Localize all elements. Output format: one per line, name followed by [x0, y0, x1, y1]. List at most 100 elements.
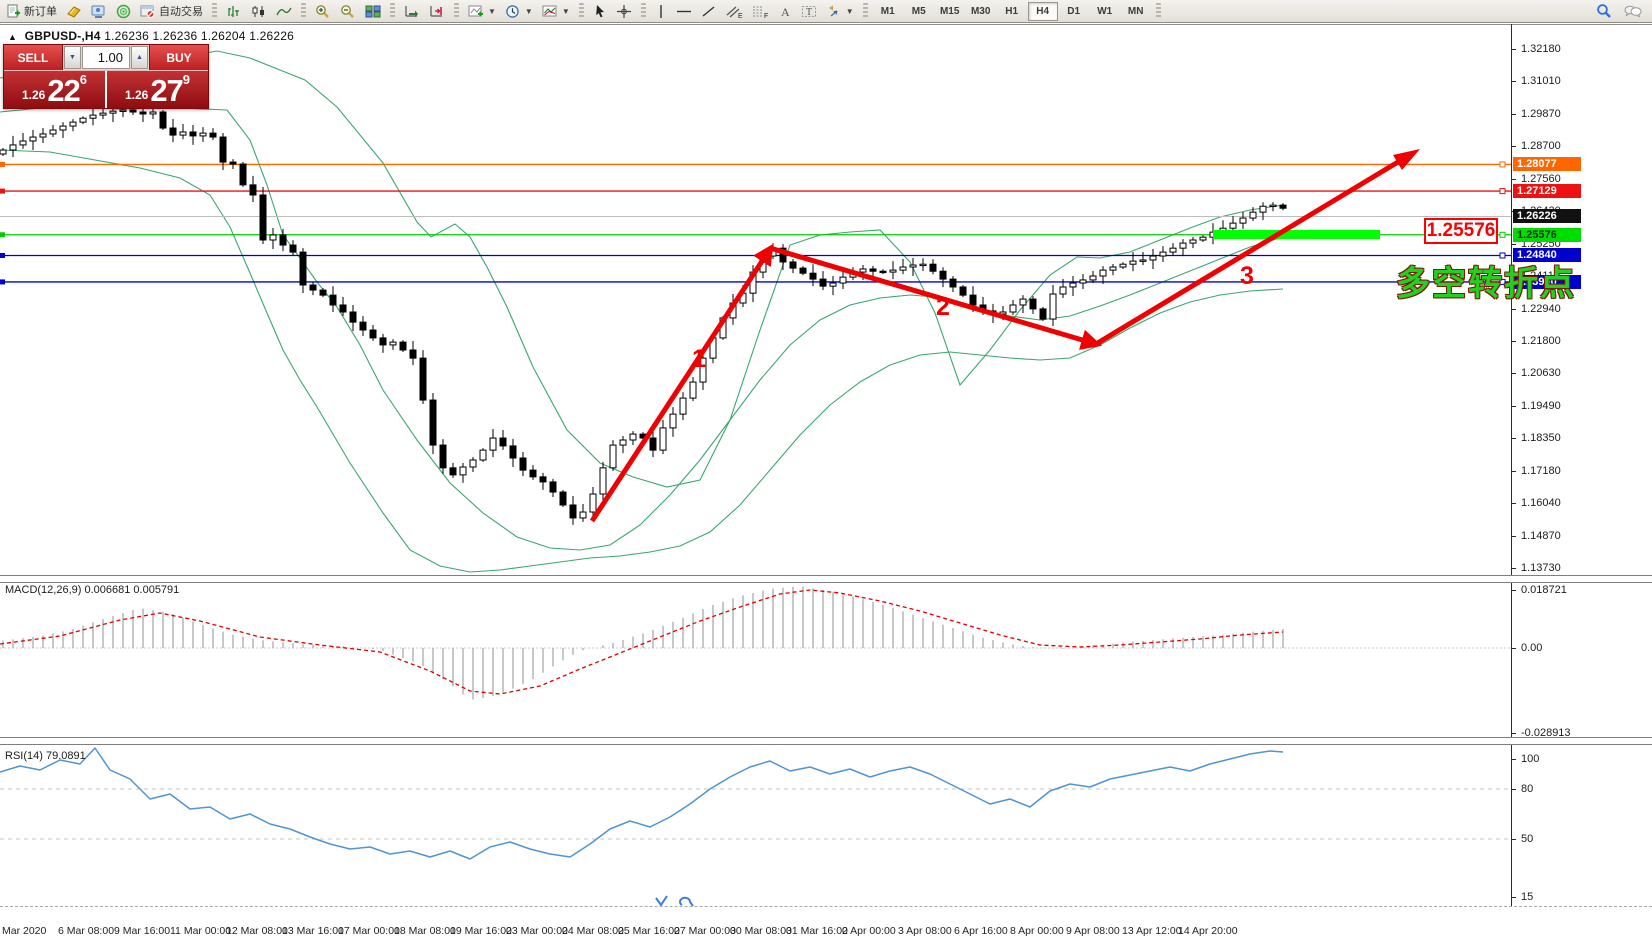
rsi-tick-label: 15 — [1521, 891, 1533, 903]
periods-button[interactable]: ▼ — [501, 1, 537, 22]
price-tick-mark — [1511, 536, 1516, 537]
trendline-icon — [701, 4, 717, 19]
remote-monitor-icon — [91, 4, 107, 19]
crosshair-button[interactable] — [612, 1, 636, 22]
toolbar-group-right — [1592, 1, 1650, 22]
auto-scroll-button[interactable] — [400, 1, 424, 22]
chart-canvas[interactable] — [0, 0, 1652, 948]
highlight-bar[interactable] — [1213, 230, 1380, 239]
wave-label-2: 2 — [936, 293, 950, 322]
vertical-line-button[interactable] — [651, 1, 671, 22]
equidistant-channel-button[interactable]: E — [722, 1, 747, 22]
horizontal-level-lines[interactable] — [0, 162, 1511, 284]
open-value: 1.26236 — [104, 29, 149, 43]
indicators-button[interactable]: ▼ — [464, 1, 500, 22]
close-value: 1.26226 — [249, 29, 294, 43]
tf-d1[interactable]: D1 — [1059, 2, 1089, 21]
tf-m5[interactable]: M5 — [904, 2, 934, 21]
zoom-out-button[interactable] — [336, 1, 360, 22]
wave-label-3: 3 — [1240, 262, 1254, 291]
price-tick-mark — [1511, 438, 1516, 439]
price-tick-mark — [1511, 146, 1516, 147]
candlestick-button[interactable] — [247, 1, 271, 22]
collapse-marker-icon[interactable]: ▲ — [8, 32, 17, 42]
cursor-icon — [593, 4, 607, 19]
buy-button[interactable]: BUY — [149, 45, 208, 70]
volume-increase-button[interactable]: ▲ — [131, 46, 148, 69]
svg-text:T: T — [806, 7, 812, 18]
autotrade-button[interactable]: 自动交易 — [136, 1, 207, 22]
equidistant-channel-icon: E — [726, 4, 743, 19]
zoom-out-icon — [340, 4, 356, 19]
tf-mn[interactable]: MN — [1121, 2, 1151, 21]
trend-arrows[interactable] — [592, 149, 1420, 521]
tf-h4[interactable]: H4 — [1028, 2, 1058, 21]
time-axis-label: 8 Apr 00:00 — [1010, 925, 1064, 937]
rsi-tick-label: 100 — [1521, 753, 1539, 765]
cursor-button[interactable] — [589, 1, 611, 22]
volume-input[interactable]: 1.00 — [82, 46, 130, 69]
crosshair-icon — [616, 4, 632, 19]
chevron-down-icon[interactable]: ▼ — [562, 7, 570, 16]
bar-chart-button[interactable] — [222, 1, 246, 22]
price-tick-mark — [1511, 406, 1516, 407]
fibonacci-button[interactable]: F — [748, 1, 773, 22]
text-button[interactable]: A — [774, 1, 796, 22]
sell-button[interactable]: SELL — [4, 45, 63, 70]
tf-m15-label: M15 — [940, 6, 959, 17]
tf-m1[interactable]: M1 — [873, 2, 903, 21]
sell-price-big: 22 — [47, 77, 79, 105]
new-order-button[interactable]: 新订单 — [2, 1, 61, 22]
text-label-button[interactable]: T — [797, 1, 821, 22]
macd-tick-label: 0.018721 — [1521, 584, 1567, 596]
price-tick-label: 1.20630 — [1521, 367, 1561, 379]
wave-label-1: 1 — [692, 345, 706, 374]
line-chart-button[interactable] — [272, 1, 296, 22]
new-order-icon — [6, 4, 21, 19]
macd-pane-separator[interactable] — [0, 575, 1652, 583]
bb-lower — [0, 150, 1283, 572]
price-tick-label: 1.31010 — [1521, 75, 1561, 87]
zoom-in-button[interactable] — [311, 1, 335, 22]
remote-terminal-button[interactable] — [87, 1, 111, 22]
price-tick-label: 1.32180 — [1521, 43, 1561, 55]
toolbar: 新订单 自动交易 ▼ ▼ ▼ EFA T ▼ M1M5 M15 M30H1H4D1W1MN — [0, 0, 1652, 23]
chevron-down-icon[interactable]: ▼ — [525, 7, 533, 16]
shapes-button[interactable]: ▼ — [822, 1, 858, 22]
bollinger-bands — [0, 51, 1283, 572]
rsi-tick-mark — [1511, 897, 1516, 898]
text-a-icon: A — [778, 4, 792, 19]
gold-seal-icon — [66, 4, 82, 19]
horizontal-line-button[interactable] — [672, 1, 696, 22]
shapes-icon — [826, 4, 842, 19]
volume-decrease-button[interactable]: ▼ — [64, 46, 81, 69]
sell-price[interactable]: 1.26 22 6 — [4, 71, 107, 108]
one-click-trading-panel: SELL ▼ 1.00 ▲ BUY 1.26 22 6 1.26 27 9 — [3, 44, 209, 109]
seal-button[interactable] — [62, 1, 86, 22]
chart-shift-button[interactable] — [425, 1, 449, 22]
new-order-button-label: 新订单 — [24, 3, 57, 19]
rsi-line — [0, 748, 1511, 859]
tf-h1[interactable]: H1 — [997, 2, 1027, 21]
tile-windows-button[interactable] — [361, 1, 385, 22]
tf-w1[interactable]: W1 — [1090, 2, 1120, 21]
symbol-search-button[interactable] — [1592, 1, 1616, 22]
macd-label: MACD(12,26,9) 0.006681 0.005791 — [5, 584, 179, 596]
toolbar-grip — [454, 3, 459, 19]
chat-button[interactable] — [1620, 1, 1646, 22]
rsi-pane-separator[interactable] — [0, 737, 1652, 745]
templates-button[interactable]: ▼ — [538, 1, 574, 22]
toolbar-grip — [212, 3, 217, 19]
tf-m30[interactable]: M30 — [966, 2, 996, 21]
turning-point-annotation[interactable]: 多空转折点 — [1396, 256, 1576, 305]
chart-bars-icon — [226, 4, 242, 19]
tf-m15[interactable]: M15 — [935, 2, 965, 21]
broadcast-button[interactable] — [112, 1, 135, 22]
buy-price-big: 27 — [150, 77, 182, 105]
trendline-button[interactable] — [697, 1, 721, 22]
chevron-down-icon[interactable]: ▼ — [488, 7, 496, 16]
chevron-down-icon[interactable]: ▼ — [846, 7, 854, 16]
zoom-in-icon — [315, 4, 331, 19]
buy-price[interactable]: 1.26 27 9 — [107, 71, 208, 108]
price-annotation-box[interactable]: 1.25576 — [1424, 218, 1498, 244]
